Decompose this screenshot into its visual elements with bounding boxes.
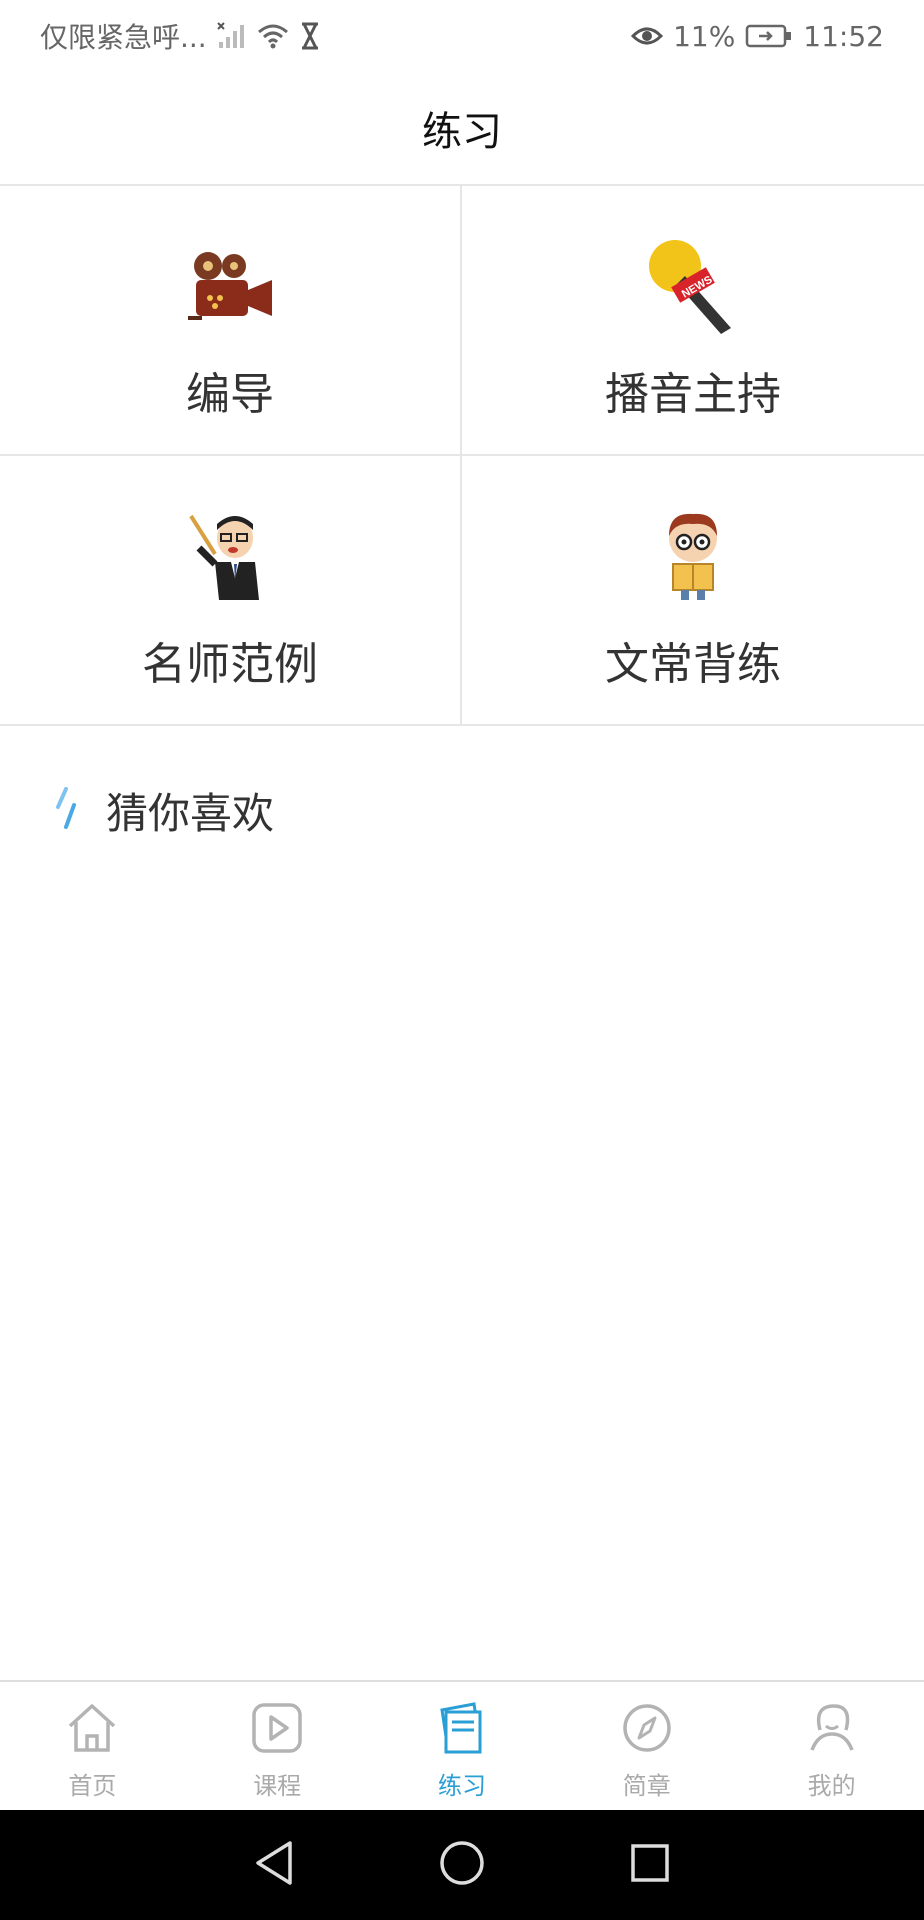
recents-square-icon	[629, 1842, 671, 1888]
tab-practice[interactable]: 练习	[370, 1682, 555, 1810]
tab-label: 简章	[622, 1772, 671, 1800]
play-icon	[249, 1700, 305, 1760]
teacher-icon	[180, 506, 280, 606]
tab-label: 课程	[253, 1772, 302, 1800]
battery-charging-icon	[745, 23, 793, 49]
bottom-tab-bar: 首页 课程 练习 简章 我的	[0, 1680, 924, 1810]
signal-icon	[216, 22, 247, 50]
category-literature-practice[interactable]: 文常背练	[462, 456, 924, 726]
category-label: 播音主持	[605, 369, 781, 420]
home-icon	[64, 1700, 120, 1760]
tab-mine[interactable]: 我的	[739, 1682, 924, 1810]
status-bar: 仅限紧急呼... 11% 11:52	[0, 0, 924, 72]
tab-courses[interactable]: 课程	[185, 1682, 370, 1810]
compass-icon	[619, 1700, 675, 1760]
reading-boy-icon	[643, 506, 743, 606]
category-grid: 编导 NEWS 播音主持 名师范例 文常背练	[0, 186, 924, 726]
category-teacher-examples[interactable]: 名师范例	[0, 456, 462, 726]
eye-icon	[631, 24, 664, 48]
tab-label: 我的	[807, 1772, 856, 1800]
carrier-text: 仅限紧急呼...	[40, 21, 207, 54]
back-triangle-icon	[252, 1839, 296, 1891]
category-label: 名师范例	[142, 639, 318, 690]
recommendation-section-header: 猜你喜欢	[54, 780, 274, 841]
recents-button[interactable]	[620, 1835, 680, 1895]
system-navigation-bar	[0, 1810, 924, 1920]
category-label: 编导	[186, 369, 274, 420]
news-microphone-icon: NEWS	[643, 236, 743, 336]
tab-label: 练习	[437, 1772, 486, 1800]
category-directing[interactable]: 编导	[0, 186, 462, 456]
hourglass-icon	[299, 22, 321, 50]
home-button[interactable]	[432, 1835, 492, 1895]
practice-book-icon	[434, 1700, 490, 1760]
profile-icon	[804, 1700, 860, 1760]
category-label: 文常背练	[605, 639, 781, 690]
tab-label: 首页	[68, 1772, 117, 1800]
film-projector-icon	[180, 236, 280, 336]
tab-brochure[interactable]: 简章	[554, 1682, 739, 1810]
wifi-icon	[257, 22, 289, 50]
category-broadcasting[interactable]: NEWS 播音主持	[462, 186, 924, 456]
back-button[interactable]	[244, 1835, 304, 1895]
page-header: 练习	[0, 72, 924, 186]
tab-home[interactable]: 首页	[0, 1682, 185, 1810]
slash-accent-icon	[54, 786, 80, 835]
section-title: 猜你喜欢	[106, 789, 275, 838]
home-circle-icon	[439, 1840, 485, 1890]
clock-time: 11:52	[803, 19, 884, 53]
page-title: 练习	[422, 109, 502, 155]
battery-percent: 11%	[673, 19, 736, 53]
